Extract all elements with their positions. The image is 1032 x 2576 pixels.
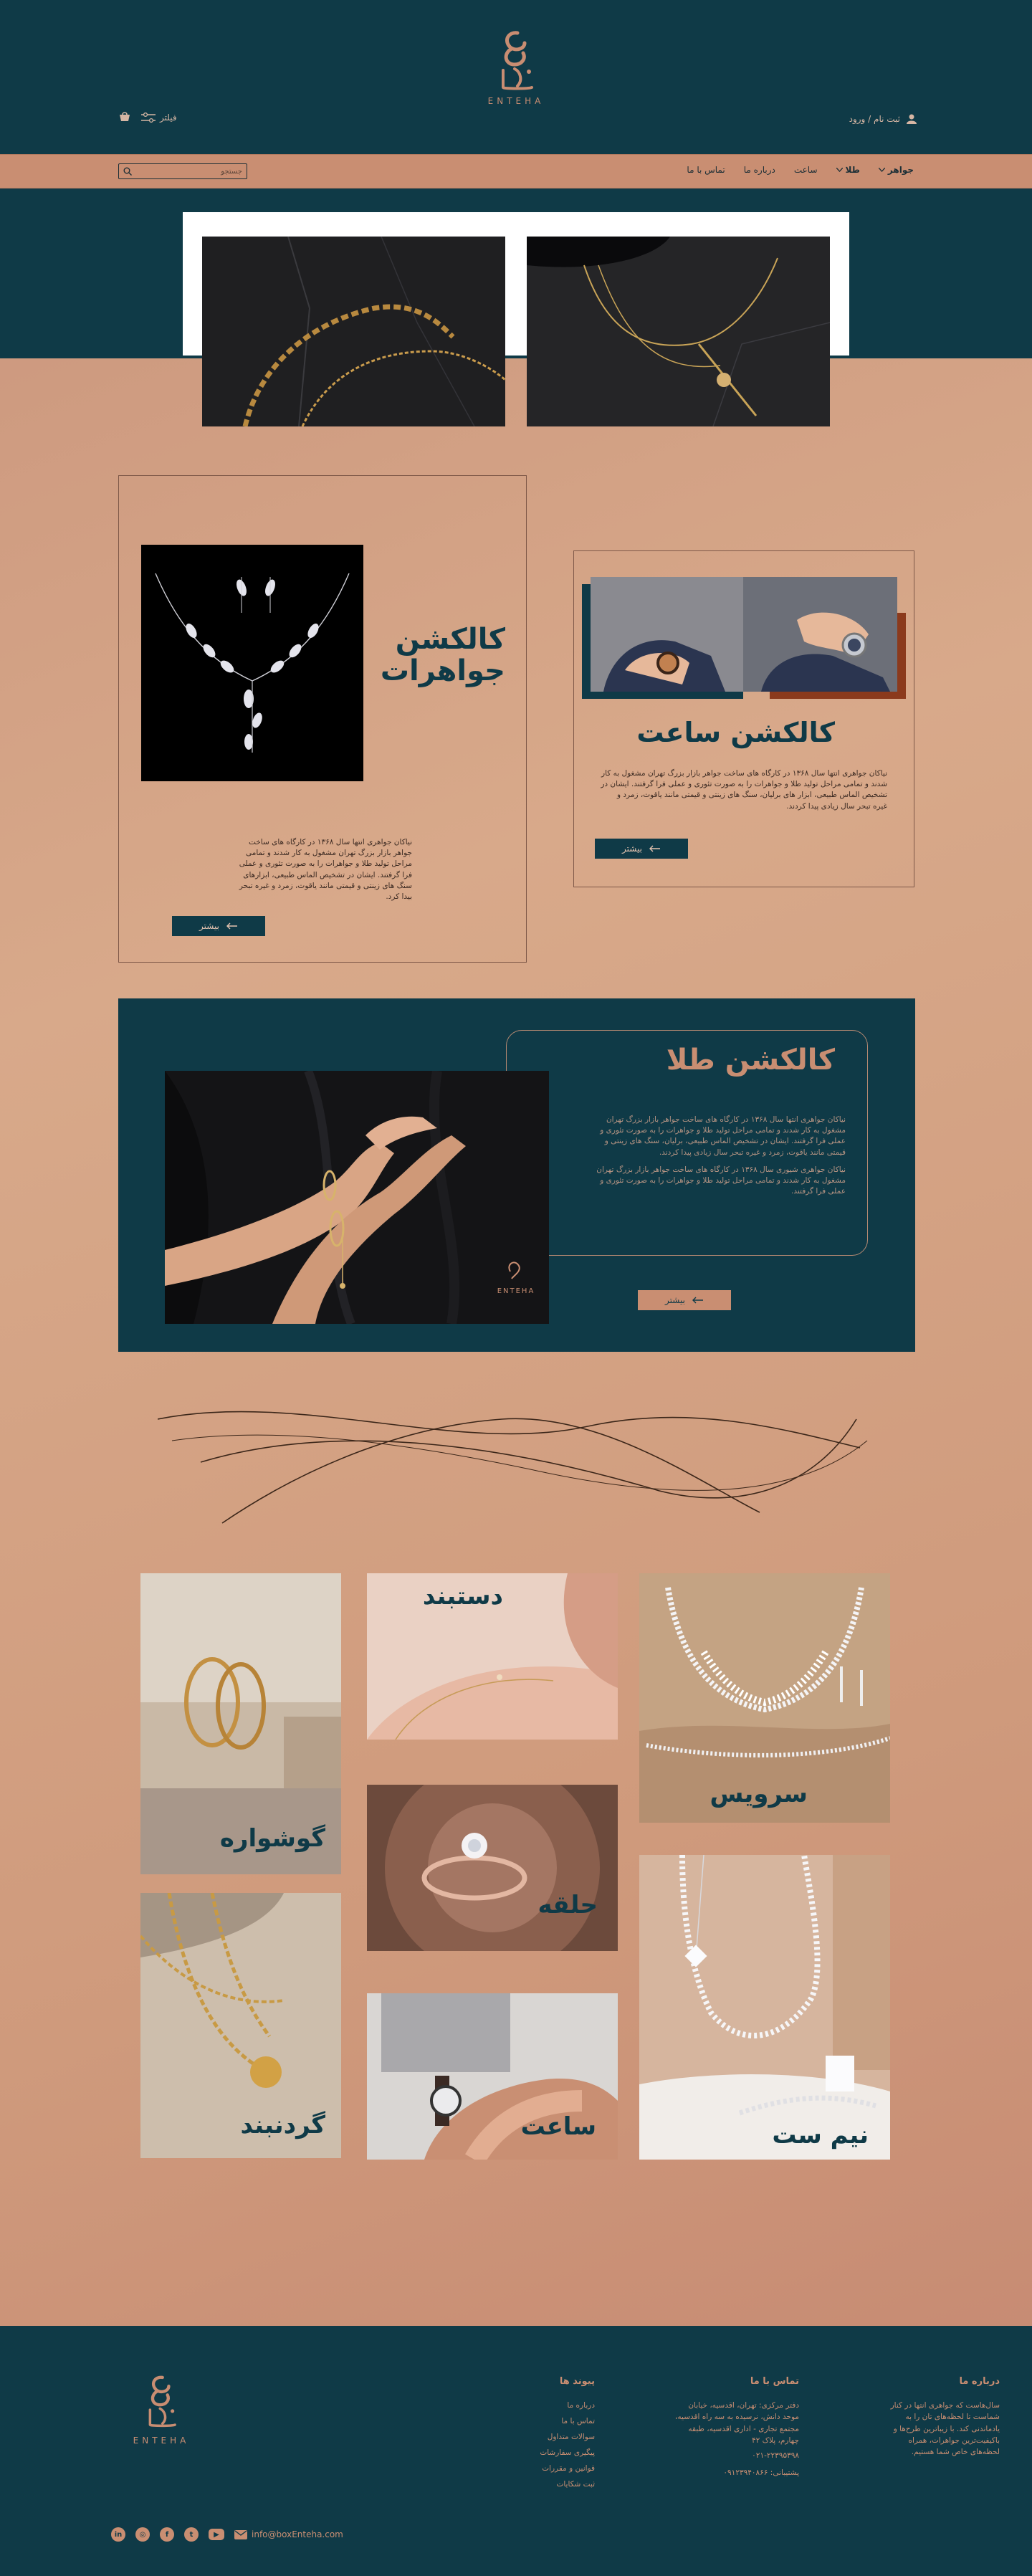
- linkedin-icon[interactable]: in: [111, 2527, 125, 2542]
- category-set[interactable]: سرویس: [639, 1573, 890, 1823]
- facebook-icon[interactable]: f: [160, 2527, 174, 2542]
- cart-icon[interactable]: [118, 112, 131, 123]
- category-bracelet[interactable]: دستبند: [367, 1573, 618, 1740]
- category-ring-label: حلقه: [538, 1891, 598, 1919]
- filter-button[interactable]: فیلتر: [141, 113, 177, 123]
- watch-more-button[interactable]: بیشتر: [595, 839, 688, 859]
- search-input[interactable]: جستجو: [118, 163, 247, 179]
- account-label: ثبت نام / ورود: [849, 114, 900, 124]
- nav-item-watch[interactable]: ساعت: [794, 165, 818, 175]
- site-logo[interactable]: ENTEHA: [480, 27, 552, 120]
- footer-link-orders[interactable]: پیگیری سفارشات: [502, 2445, 595, 2461]
- logo-text: ENTEHA: [487, 96, 545, 106]
- category-half-set-label: نیم ست: [772, 2121, 869, 2150]
- gold-collection-description-1: نیاکان جواهری انتها سال ۱۳۶۸ در کارگاه ه…: [600, 1115, 846, 1157]
- footer-about-title: درباره ما: [959, 2376, 1000, 2387]
- account-link[interactable]: ثبت نام / ورود: [849, 113, 917, 125]
- footer-link-complaints[interactable]: ثبت شکایات: [502, 2476, 595, 2492]
- watermark-logo: ENTEHA: [497, 1287, 535, 1295]
- category-ring[interactable]: حلقه: [367, 1785, 618, 1951]
- search-icon[interactable]: [123, 167, 132, 176]
- youtube-icon[interactable]: ▶: [209, 2529, 224, 2540]
- footer-contact-title: تماس با ما: [750, 2376, 799, 2387]
- gold-collection-image: ENTEHA: [165, 1069, 549, 1326]
- chevron-down-icon: [878, 168, 885, 172]
- footer-about-text: سال‌هاست که جواهری انتها در کنار شماست ت…: [890, 2401, 1000, 2457]
- footer-email-link[interactable]: info@boxEnteha.com: [234, 2529, 343, 2539]
- category-watch[interactable]: ساعت: [367, 1993, 618, 2160]
- footer-links-list: درباره ما تماس با ما سوالات متداول پیگیر…: [502, 2398, 595, 2492]
- jewelry-collection-image: [141, 545, 363, 781]
- footer-logo[interactable]: ENTEHA: [122, 2372, 201, 2446]
- category-earrings[interactable]: گوشواره: [140, 1573, 341, 1874]
- category-set-label: سرویس: [710, 1780, 808, 1808]
- header-tools: فیلتر: [118, 112, 177, 123]
- footer-contact-support[interactable]: پشتیبانی: ۰۹۱۲۳۹۴۰۸۶۶: [674, 2467, 799, 2479]
- hero-image-necklace: [527, 237, 830, 426]
- watch-more-label: بیشتر: [622, 844, 642, 854]
- footer-link-about[interactable]: درباره ما: [502, 2398, 595, 2413]
- nav-item-contact[interactable]: تماس با ما: [687, 165, 725, 175]
- jewelry-more-button[interactable]: بیشتر: [172, 916, 265, 936]
- footer-link-faq[interactable]: سوالات متداول: [502, 2429, 595, 2445]
- nav-item-gold[interactable]: طلا: [836, 165, 860, 175]
- jewelry-more-label: بیشتر: [199, 921, 219, 931]
- footer-social: in ◎ f t ▶ info@boxEnteha.com: [111, 2527, 343, 2542]
- watch-collection-title: کالکشن ساعت: [636, 717, 835, 748]
- footer-email: info@boxEnteha.com: [252, 2529, 343, 2539]
- gold-more-button[interactable]: بیشتر: [638, 1290, 731, 1310]
- search-placeholder: جستجو: [221, 167, 242, 176]
- mail-icon: [234, 2529, 247, 2539]
- arrow-left-icon: [692, 1297, 703, 1304]
- gold-collection-title: کالکشن طلا: [666, 1044, 835, 1077]
- footer-link-contact[interactable]: تماس با ما: [502, 2413, 595, 2429]
- arrow-left-icon: [649, 845, 660, 852]
- instagram-icon[interactable]: ◎: [135, 2527, 150, 2542]
- nav-item-jewelry[interactable]: جواهر: [878, 165, 914, 175]
- main-nav: جواهر طلا ساعت درباره ما تماس با ما: [687, 165, 914, 175]
- logo-mark-icon: [148, 2375, 176, 2428]
- hero-image-chain: [202, 237, 505, 426]
- filter-icon: [141, 113, 156, 123]
- category-bracelet-label: دستبند: [422, 1582, 503, 1611]
- jewelry-collection-title: کالکشن جواهرات: [380, 623, 505, 687]
- filter-label: فیلتر: [160, 113, 177, 123]
- gold-collection-description-2: نیاکان جواهری شیوری سال ۱۳۶۸ در کارگاه ه…: [596, 1165, 846, 1196]
- user-icon: [907, 114, 917, 124]
- gold-more-label: بیشتر: [665, 1295, 685, 1305]
- watch-collection-image: [582, 577, 906, 699]
- category-earrings-label: گوشواره: [219, 1824, 325, 1853]
- category-watch-label: ساعت: [520, 2112, 596, 2141]
- footer-link-terms[interactable]: قوانین و مقررات: [502, 2461, 595, 2476]
- nav-item-about[interactable]: درباره ما: [744, 165, 775, 175]
- footer-links-title: پیوند ها: [559, 2376, 595, 2387]
- jewelry-collection-description: نیاکان جواهری انتها سال ۱۳۶۸ در کارگاه ه…: [239, 838, 412, 902]
- decorative-swirl: [157, 1398, 874, 1527]
- watch-collection-description: نیاکان جواهری انتها سال ۱۳۶۸ در کارگاه ه…: [601, 769, 887, 811]
- arrow-left-icon: [226, 922, 237, 930]
- category-necklace-label: گردنبند: [240, 2111, 325, 2139]
- logo-mark-icon: [502, 31, 533, 90]
- chevron-down-icon: [836, 168, 843, 172]
- footer-contact-address: دفتر مرکزی: تهران، اقدسیه، خیابان موحد د…: [675, 2401, 799, 2445]
- footer-logo-text: ENTEHA: [133, 2436, 190, 2446]
- category-half-set[interactable]: نیم ست: [639, 1855, 890, 2160]
- twitter-icon[interactable]: t: [184, 2527, 199, 2542]
- category-necklace[interactable]: گردنبند: [140, 1893, 341, 2158]
- footer-contact-phone[interactable]: ۰۲۱-۲۲۳۹۵۳۹۸: [674, 2450, 799, 2461]
